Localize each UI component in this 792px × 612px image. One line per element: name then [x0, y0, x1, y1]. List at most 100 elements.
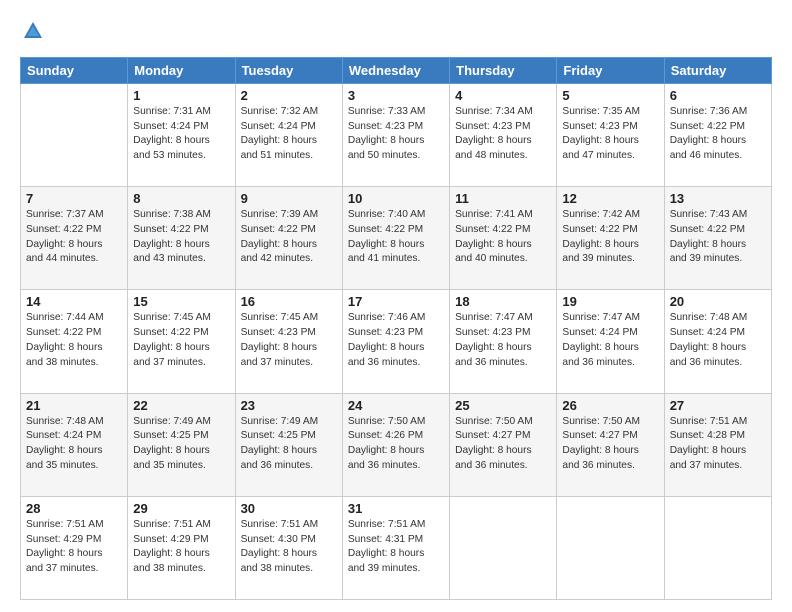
day-info: Sunrise: 7:39 AMSunset: 4:22 PMDaylight:…	[241, 208, 337, 267]
calendar-cell: 31 Sunrise: 7:51 AMSunset: 4:31 PMDayligh…	[342, 496, 449, 599]
calendar-cell: 8 Sunrise: 7:38 AMSunset: 4:22 PMDaylight…	[128, 187, 235, 290]
day-info: Sunrise: 7:32 AMSunset: 4:24 PMDaylight:…	[241, 105, 337, 164]
logo-icon	[22, 20, 44, 42]
calendar-cell: 29 Sunrise: 7:51 AMSunset: 4:29 PMDayligh…	[128, 496, 235, 599]
weekday-header-friday: Friday	[557, 57, 664, 83]
day-number: 31	[348, 501, 444, 516]
calendar-cell	[450, 496, 557, 599]
day-number: 19	[562, 294, 658, 309]
day-number: 13	[670, 191, 766, 206]
week-row-4: 21 Sunrise: 7:48 AMSunset: 4:24 PMDayligh…	[21, 393, 772, 496]
calendar-cell: 7 Sunrise: 7:37 AMSunset: 4:22 PMDaylight…	[21, 187, 128, 290]
day-info: Sunrise: 7:45 AMSunset: 4:22 PMDaylight:…	[133, 311, 229, 370]
calendar-cell	[557, 496, 664, 599]
calendar-cell	[21, 83, 128, 186]
day-info: Sunrise: 7:40 AMSunset: 4:22 PMDaylight:…	[348, 208, 444, 267]
calendar-cell: 16Sunrise: 7:45 AMSunset: 4:23 PMDayligh…	[235, 290, 342, 393]
day-number: 14	[26, 294, 122, 309]
calendar-cell: 15 Sunrise: 7:45 AMSunset: 4:22 PMDayligh…	[128, 290, 235, 393]
calendar-cell: 30 Sunrise: 7:51 AMSunset: 4:30 PMDayligh…	[235, 496, 342, 599]
day-info: Sunrise: 7:50 AMSunset: 4:27 PMDaylight:…	[562, 415, 658, 474]
day-info: Sunrise: 7:49 AMSunset: 4:25 PMDaylight:…	[133, 415, 229, 474]
day-number: 15	[133, 294, 229, 309]
day-number: 6	[670, 88, 766, 103]
day-info: Sunrise: 7:50 AMSunset: 4:27 PMDaylight:…	[455, 415, 551, 474]
day-number: 7	[26, 191, 122, 206]
calendar-cell: 17 Sunrise: 7:46 AMSunset: 4:23 PMDayligh…	[342, 290, 449, 393]
day-number: 25	[455, 398, 551, 413]
calendar-cell: 1 Sunrise: 7:31 AMSunset: 4:24 PMDaylight…	[128, 83, 235, 186]
day-info: Sunrise: 7:37 AMSunset: 4:22 PMDaylight:…	[26, 208, 122, 267]
day-number: 24	[348, 398, 444, 413]
day-info: Sunrise: 7:33 AMSunset: 4:23 PMDaylight:…	[348, 105, 444, 164]
day-number: 1	[133, 88, 229, 103]
day-number: 18	[455, 294, 551, 309]
calendar-cell: 14 Sunrise: 7:44 AMSunset: 4:22 PMDayligh…	[21, 290, 128, 393]
day-info: Sunrise: 7:51 AMSunset: 4:31 PMDaylight:…	[348, 518, 444, 577]
calendar-cell: 2 Sunrise: 7:32 AMSunset: 4:24 PMDaylight…	[235, 83, 342, 186]
calendar-cell: 19 Sunrise: 7:47 AMSunset: 4:24 PMDayligh…	[557, 290, 664, 393]
calendar-cell: 21 Sunrise: 7:48 AMSunset: 4:24 PMDayligh…	[21, 393, 128, 496]
calendar-cell: 24 Sunrise: 7:50 AMSunset: 4:26 PMDayligh…	[342, 393, 449, 496]
day-info: Sunrise: 7:46 AMSunset: 4:23 PMDaylight:…	[348, 311, 444, 370]
week-row-2: 7 Sunrise: 7:37 AMSunset: 4:22 PMDaylight…	[21, 187, 772, 290]
header	[20, 16, 772, 47]
week-row-5: 28Sunrise: 7:51 AMSunset: 4:29 PMDayligh…	[21, 496, 772, 599]
calendar-cell: 11 Sunrise: 7:41 AMSunset: 4:22 PMDayligh…	[450, 187, 557, 290]
day-info: Sunrise: 7:44 AMSunset: 4:22 PMDaylight:…	[26, 311, 122, 370]
calendar-cell	[664, 496, 771, 599]
day-number: 23	[241, 398, 337, 413]
calendar-cell: 20Sunrise: 7:48 AMSunset: 4:24 PMDayligh…	[664, 290, 771, 393]
day-number: 17	[348, 294, 444, 309]
weekday-header-thursday: Thursday	[450, 57, 557, 83]
day-number: 11	[455, 191, 551, 206]
day-info: Sunrise: 7:45 AMSunset: 4:23 PMDaylight:…	[241, 311, 337, 370]
day-number: 22	[133, 398, 229, 413]
calendar-cell: 27Sunrise: 7:51 AMSunset: 4:28 PMDayligh…	[664, 393, 771, 496]
day-info: Sunrise: 7:50 AMSunset: 4:26 PMDaylight:…	[348, 415, 444, 474]
day-number: 27	[670, 398, 766, 413]
calendar-cell: 28Sunrise: 7:51 AMSunset: 4:29 PMDayligh…	[21, 496, 128, 599]
weekday-header-wednesday: Wednesday	[342, 57, 449, 83]
day-info: Sunrise: 7:51 AMSunset: 4:29 PMDaylight:…	[26, 518, 122, 577]
day-number: 21	[26, 398, 122, 413]
day-number: 12	[562, 191, 658, 206]
day-number: 9	[241, 191, 337, 206]
weekday-header-tuesday: Tuesday	[235, 57, 342, 83]
day-info: Sunrise: 7:43 AMSunset: 4:22 PMDaylight:…	[670, 208, 766, 267]
weekday-header-monday: Monday	[128, 57, 235, 83]
day-info: Sunrise: 7:41 AMSunset: 4:22 PMDaylight:…	[455, 208, 551, 267]
weekday-header-sunday: Sunday	[21, 57, 128, 83]
calendar-cell: 13 Sunrise: 7:43 AMSunset: 4:22 PMDayligh…	[664, 187, 771, 290]
day-number: 2	[241, 88, 337, 103]
day-info: Sunrise: 7:38 AMSunset: 4:22 PMDaylight:…	[133, 208, 229, 267]
calendar-cell: 5Sunrise: 7:35 AMSunset: 4:23 PMDaylight…	[557, 83, 664, 186]
day-number: 10	[348, 191, 444, 206]
day-info: Sunrise: 7:47 AMSunset: 4:24 PMDaylight:…	[562, 311, 658, 370]
weekday-header-saturday: Saturday	[664, 57, 771, 83]
day-info: Sunrise: 7:36 AMSunset: 4:22 PMDaylight:…	[670, 105, 766, 164]
day-number: 3	[348, 88, 444, 103]
day-info: Sunrise: 7:42 AMSunset: 4:22 PMDaylight:…	[562, 208, 658, 267]
page: SundayMondayTuesdayWednesdayThursdayFrid…	[0, 0, 792, 612]
calendar-cell: 9 Sunrise: 7:39 AMSunset: 4:22 PMDaylight…	[235, 187, 342, 290]
day-info: Sunrise: 7:51 AMSunset: 4:29 PMDaylight:…	[133, 518, 229, 577]
day-number: 4	[455, 88, 551, 103]
day-number: 8	[133, 191, 229, 206]
day-number: 30	[241, 501, 337, 516]
day-info: Sunrise: 7:31 AMSunset: 4:24 PMDaylight:…	[133, 105, 229, 164]
calendar-table: SundayMondayTuesdayWednesdayThursdayFrid…	[20, 57, 772, 600]
calendar-cell: 23 Sunrise: 7:49 AMSunset: 4:25 PMDayligh…	[235, 393, 342, 496]
week-row-1: 1 Sunrise: 7:31 AMSunset: 4:24 PMDaylight…	[21, 83, 772, 186]
day-number: 29	[133, 501, 229, 516]
day-info: Sunrise: 7:51 AMSunset: 4:30 PMDaylight:…	[241, 518, 337, 577]
calendar-cell: 22 Sunrise: 7:49 AMSunset: 4:25 PMDayligh…	[128, 393, 235, 496]
weekday-header-row: SundayMondayTuesdayWednesdayThursdayFrid…	[21, 57, 772, 83]
calendar-cell: 26Sunrise: 7:50 AMSunset: 4:27 PMDayligh…	[557, 393, 664, 496]
day-info: Sunrise: 7:49 AMSunset: 4:25 PMDaylight:…	[241, 415, 337, 474]
day-info: Sunrise: 7:34 AMSunset: 4:23 PMDaylight:…	[455, 105, 551, 164]
day-info: Sunrise: 7:48 AMSunset: 4:24 PMDaylight:…	[26, 415, 122, 474]
week-row-3: 14 Sunrise: 7:44 AMSunset: 4:22 PMDayligh…	[21, 290, 772, 393]
calendar-cell: 18Sunrise: 7:47 AMSunset: 4:23 PMDayligh…	[450, 290, 557, 393]
calendar-cell: 10 Sunrise: 7:40 AMSunset: 4:22 PMDayligh…	[342, 187, 449, 290]
